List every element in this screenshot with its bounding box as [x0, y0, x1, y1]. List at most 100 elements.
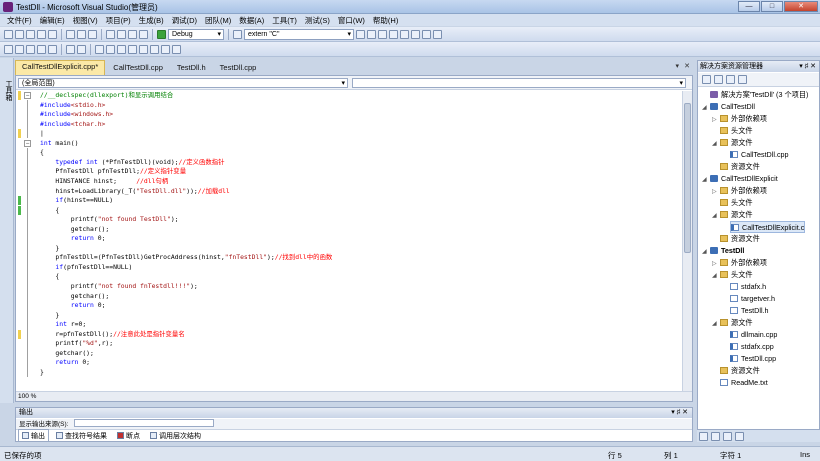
tree-item[interactable]: CallTestDllExplicit.c	[730, 221, 806, 233]
decrease-indent-icon[interactable]	[37, 44, 46, 54]
solution-explorer-icon[interactable]	[367, 29, 376, 39]
tab-breakpoints[interactable]: 断点	[114, 429, 143, 442]
code-line[interactable]: printf("not found fnTestdll!!!");	[40, 282, 198, 292]
tree-item[interactable]: 头文件	[720, 125, 753, 137]
tree-item[interactable]: 外部依赖项	[720, 257, 767, 269]
scope-select[interactable]: (全局范围)	[18, 78, 348, 88]
code-line[interactable]: hinst=LoadLibrary(_T("TestDll.dll"));//加…	[40, 187, 229, 197]
code-line[interactable]: #include<stdio.h>	[40, 101, 105, 111]
menu-help[interactable]: 帮助(H)	[369, 14, 402, 26]
tab-calltestdllexplicit-cpp[interactable]: CallTestDllExplicit.cpp*	[15, 60, 106, 75]
navigate-forward-icon[interactable]	[139, 29, 148, 39]
find-icon[interactable]	[233, 29, 242, 39]
next-bookmark-folder-icon[interactable]	[139, 44, 148, 54]
show-all-files-icon[interactable]	[714, 75, 723, 84]
object-browser-icon[interactable]	[389, 29, 398, 39]
tree-expander-icon[interactable]: ◢	[712, 272, 717, 279]
tab-testdll-cpp[interactable]: TestDll.cpp	[214, 62, 263, 75]
scroll-thumb[interactable]	[684, 103, 691, 253]
tree-item[interactable]: 外部依赖项	[720, 113, 767, 125]
previous-bookmark-folder-icon[interactable]	[128, 44, 137, 54]
start-page-icon[interactable]	[411, 29, 420, 39]
maximize-button[interactable]: □	[761, 1, 783, 12]
code-line[interactable]: {	[40, 148, 44, 158]
tree-expander-icon[interactable]: ◢	[702, 104, 707, 111]
code-line[interactable]: return 0;	[40, 301, 106, 311]
tab-calltestdll-cpp[interactable]: CallTestDll.cpp	[107, 62, 169, 75]
code-line[interactable]: getchar();	[40, 292, 110, 302]
code-line[interactable]: return 0;	[40, 234, 106, 244]
code-line[interactable]: if(pfnTestDll==NULL)	[40, 263, 132, 273]
code-line[interactable]: if(hinst==NULL)	[40, 196, 113, 206]
clear-bookmarks-icon[interactable]	[172, 44, 181, 54]
tree-expander-icon[interactable]: ◢	[702, 176, 707, 183]
code-line[interactable]: int r=0;	[40, 320, 86, 330]
tab-dropdown-icon[interactable]: ▾	[675, 62, 679, 70]
tree-item[interactable]: 解决方案'TestDll' (3 个项目)	[710, 89, 808, 101]
tree-item[interactable]: 源文件	[720, 317, 753, 329]
tree-item[interactable]: 头文件	[720, 269, 753, 281]
solution-configuration-select[interactable]: Debug	[168, 28, 224, 40]
tab-close-icon[interactable]: ✕	[684, 62, 690, 70]
code-line[interactable]: //__declspec(dllexport)和显示调用结合	[40, 91, 173, 101]
menu-project[interactable]: 项目(P)	[102, 14, 135, 26]
tree-item[interactable]: dllmain.cpp	[730, 329, 777, 341]
close-button[interactable]: ✕	[784, 1, 818, 12]
tree-item[interactable]: 外部依赖项	[720, 185, 767, 197]
menu-debug[interactable]: 调试(D)	[168, 14, 201, 26]
extension-manager-icon[interactable]	[422, 29, 431, 39]
zoom-level[interactable]: 100 %	[18, 393, 36, 400]
solution-explorer-tab-icon[interactable]	[699, 432, 708, 441]
tree-expander-icon[interactable]: ◢	[702, 248, 707, 255]
properties-icon[interactable]	[702, 75, 711, 84]
tree-item[interactable]: CallTestDllExplicit	[710, 173, 778, 185]
tree-item[interactable]: 资源文件	[720, 365, 760, 377]
tree-item[interactable]: 源文件	[720, 209, 753, 221]
code-line[interactable]: #include<windows.h>	[40, 110, 113, 120]
tree-item[interactable]: TestDll	[710, 245, 744, 257]
menu-window[interactable]: 窗口(W)	[334, 14, 369, 26]
uncomment-icon[interactable]	[77, 44, 86, 54]
add-item-icon[interactable]	[15, 29, 24, 39]
tree-expander-icon[interactable]: ◢	[712, 320, 717, 327]
navigate-backward-icon[interactable]	[128, 29, 137, 39]
tree-expander-icon[interactable]: ▷	[712, 116, 717, 123]
previous-bookmark-doc-icon[interactable]	[150, 44, 159, 54]
code-line[interactable]: }	[40, 311, 59, 321]
code-line[interactable]: printf("not found TestDll");	[40, 215, 179, 225]
member-select[interactable]	[352, 78, 686, 88]
minimize-button[interactable]: —	[738, 1, 760, 12]
next-bookmark-doc-icon[interactable]	[161, 44, 170, 54]
save-icon[interactable]	[37, 29, 46, 39]
code-line[interactable]: }	[40, 368, 44, 378]
view-class-diagram-icon[interactable]	[738, 75, 747, 84]
tree-expander-icon[interactable]: ▷	[712, 188, 717, 195]
menu-view[interactable]: 视图(V)	[69, 14, 102, 26]
tree-expander-icon[interactable]: ◢	[712, 212, 717, 219]
fold-toggle-icon[interactable]: −	[24, 139, 31, 147]
tree-item[interactable]: 源文件	[720, 137, 753, 149]
refresh-icon[interactable]	[726, 75, 735, 84]
tree-item[interactable]: 资源文件	[720, 161, 760, 173]
menu-tools[interactable]: 工具(T)	[268, 14, 301, 26]
output-controls[interactable]: ▾ ♯ ✕	[671, 408, 688, 418]
toolbox-tab[interactable]: 工具箱	[0, 58, 14, 403]
code-line[interactable]: HINSTANCE hinst; //dll句柄	[40, 177, 168, 187]
code-editor[interactable]: (全局范围) //__declspec(dllexport)和显示调用结合#in…	[15, 75, 693, 402]
parameter-info-icon[interactable]	[15, 44, 24, 54]
menu-edit[interactable]: 编辑(E)	[36, 14, 69, 26]
code-line[interactable]: typedef int (*PfnTestDll)(void);//定义函数指针	[40, 158, 224, 168]
menu-file[interactable]: 文件(F)	[3, 14, 36, 26]
toolbox-icon[interactable]	[400, 29, 409, 39]
menu-team[interactable]: 团队(M)	[201, 14, 235, 26]
code-line[interactable]: getchar();	[40, 349, 94, 359]
code-line[interactable]: getchar();	[40, 225, 110, 235]
team-explorer-tab-icon[interactable]	[735, 432, 744, 441]
code-line[interactable]: printf("%d",r);	[40, 339, 113, 349]
vertical-scrollbar[interactable]	[682, 91, 692, 393]
tree-item[interactable]: CallTestDll	[710, 101, 755, 113]
toggle-bookmark-icon[interactable]	[95, 44, 104, 54]
tab-call-hierarchy[interactable]: 调用层次结构	[147, 429, 204, 442]
copy-icon[interactable]	[77, 29, 86, 39]
tree-item[interactable]: CallTestDll.cpp	[730, 149, 789, 161]
